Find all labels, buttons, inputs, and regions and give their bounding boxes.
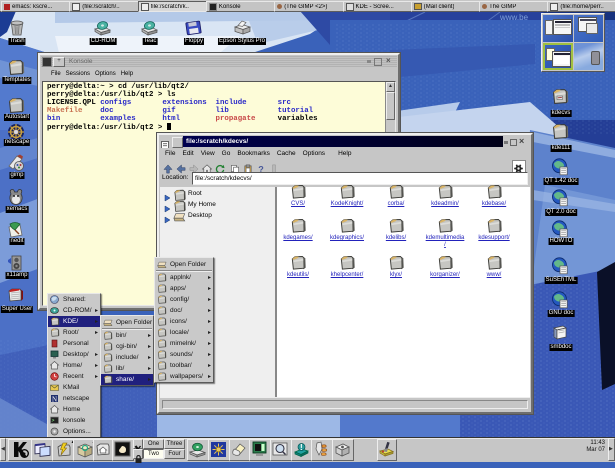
svg-text:>: > <box>52 418 55 424</box>
svg-text:www.be: www.be <box>499 13 529 22</box>
svg-text:!: ! <box>300 443 303 452</box>
svg-text:N: N <box>52 396 57 404</box>
